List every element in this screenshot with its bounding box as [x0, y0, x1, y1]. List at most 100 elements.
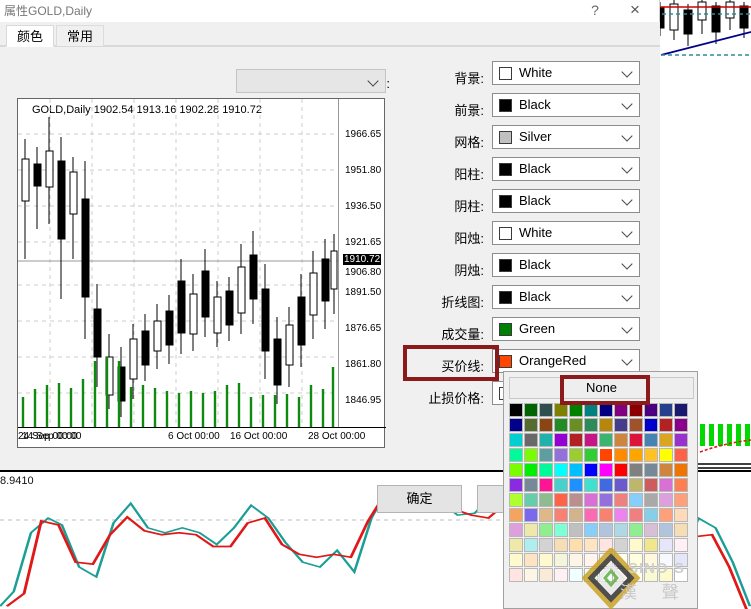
color-swatch-option[interactable]	[659, 403, 673, 417]
color-swatch-option[interactable]	[614, 463, 628, 477]
color-swatch-option[interactable]	[629, 448, 643, 462]
color-swatch-option[interactable]	[659, 433, 673, 447]
color-swatch-option[interactable]	[614, 493, 628, 507]
color-swatch-option[interactable]	[644, 478, 658, 492]
color-swatch-option[interactable]	[509, 478, 523, 492]
color-swatch-option[interactable]	[524, 493, 538, 507]
color-swatch-option[interactable]	[659, 493, 673, 507]
color-swatch-option[interactable]	[629, 493, 643, 507]
color-swatch-option[interactable]	[644, 418, 658, 432]
color-swatch-option[interactable]	[614, 538, 628, 552]
color-swatch-option[interactable]	[599, 538, 613, 552]
color-swatch-option[interactable]	[569, 538, 583, 552]
bull-candle-color-select[interactable]: White	[492, 221, 640, 245]
color-swatch-option[interactable]	[674, 478, 688, 492]
color-swatch-option[interactable]	[554, 508, 568, 522]
color-swatch-option[interactable]	[539, 538, 553, 552]
bid-line-color-select[interactable]: OrangeRed	[492, 349, 640, 373]
color-swatch-option[interactable]	[524, 538, 538, 552]
color-swatch-option[interactable]	[674, 523, 688, 537]
color-swatch-option[interactable]	[584, 493, 598, 507]
color-swatch-option[interactable]	[584, 463, 598, 477]
color-swatch-option[interactable]	[569, 523, 583, 537]
color-swatch-option[interactable]	[509, 523, 523, 537]
color-swatch-option[interactable]	[554, 418, 568, 432]
color-swatch-option[interactable]	[674, 553, 688, 567]
color-swatch-option[interactable]	[539, 553, 553, 567]
color-swatch-option[interactable]	[644, 463, 658, 477]
color-swatch-option[interactable]	[674, 538, 688, 552]
color-swatch-option[interactable]	[524, 553, 538, 567]
color-swatch-option[interactable]	[659, 523, 673, 537]
color-swatch-option[interactable]	[524, 433, 538, 447]
color-swatch-option[interactable]	[539, 493, 553, 507]
color-swatch-option[interactable]	[674, 403, 688, 417]
color-swatch-option[interactable]	[599, 493, 613, 507]
color-swatch-option[interactable]	[644, 403, 658, 417]
color-swatch-option[interactable]	[524, 403, 538, 417]
color-swatch-option[interactable]	[569, 478, 583, 492]
color-swatch-option[interactable]	[509, 493, 523, 507]
color-swatch-option[interactable]	[569, 403, 583, 417]
foreground-color-select[interactable]: Black	[492, 93, 640, 117]
color-swatch-option[interactable]	[539, 523, 553, 537]
color-swatch-option[interactable]	[554, 523, 568, 537]
color-swatch-option[interactable]	[614, 568, 628, 582]
color-swatch-option[interactable]	[629, 418, 643, 432]
tab-colors[interactable]: 颜色	[6, 25, 55, 47]
color-swatch-option[interactable]	[674, 448, 688, 462]
color-swatch-option[interactable]	[614, 478, 628, 492]
color-swatch-option[interactable]	[659, 448, 673, 462]
color-swatch-option[interactable]	[629, 523, 643, 537]
color-swatch-option[interactable]	[569, 448, 583, 462]
volume-color-select[interactable]: Green	[492, 317, 640, 341]
color-swatch-option[interactable]	[539, 478, 553, 492]
color-swatch-option[interactable]	[524, 568, 538, 582]
color-swatch-option[interactable]	[584, 538, 598, 552]
color-swatch-option[interactable]	[629, 478, 643, 492]
color-swatch-option[interactable]	[539, 508, 553, 522]
close-icon[interactable]: ×	[617, 0, 653, 22]
color-swatch-option[interactable]	[674, 508, 688, 522]
color-swatch-option[interactable]	[539, 403, 553, 417]
color-swatch-option[interactable]	[644, 433, 658, 447]
color-swatch-option[interactable]	[554, 538, 568, 552]
color-swatch-option[interactable]	[539, 433, 553, 447]
color-swatch-option[interactable]	[659, 478, 673, 492]
color-swatch-option[interactable]	[584, 523, 598, 537]
color-swatch-option[interactable]	[614, 448, 628, 462]
color-swatch-option[interactable]	[554, 433, 568, 447]
color-swatch-option[interactable]	[614, 433, 628, 447]
color-swatch-option[interactable]	[614, 418, 628, 432]
color-swatch-option[interactable]	[599, 463, 613, 477]
color-swatch-option[interactable]	[569, 493, 583, 507]
color-swatch-option[interactable]	[569, 418, 583, 432]
color-swatch-option[interactable]	[584, 553, 598, 567]
color-swatch-option[interactable]	[524, 418, 538, 432]
color-swatch-option[interactable]	[629, 463, 643, 477]
color-swatch-option[interactable]	[614, 508, 628, 522]
color-swatch-option[interactable]	[569, 463, 583, 477]
color-swatch-option[interactable]	[584, 508, 598, 522]
color-swatch-option[interactable]	[629, 568, 643, 582]
color-swatch-option[interactable]	[614, 403, 628, 417]
color-swatch-option[interactable]	[554, 448, 568, 462]
color-swatch-option[interactable]	[659, 553, 673, 567]
color-swatch-option[interactable]	[554, 403, 568, 417]
color-swatch-option[interactable]	[659, 463, 673, 477]
bear-bar-color-select[interactable]: Black	[492, 189, 640, 213]
color-swatch-option[interactable]	[539, 418, 553, 432]
color-swatch-option[interactable]	[584, 433, 598, 447]
color-swatch-option[interactable]	[629, 538, 643, 552]
color-swatch-option[interactable]	[644, 493, 658, 507]
color-swatch-option[interactable]	[659, 568, 673, 582]
color-swatch-option[interactable]	[644, 568, 658, 582]
color-swatch-option[interactable]	[584, 568, 598, 582]
color-swatch-option[interactable]	[659, 418, 673, 432]
background-color-select[interactable]: White	[492, 61, 640, 85]
color-swatch-option[interactable]	[539, 463, 553, 477]
color-swatch-option[interactable]	[569, 553, 583, 567]
color-swatch-option[interactable]	[569, 433, 583, 447]
color-swatch-option[interactable]	[554, 478, 568, 492]
color-swatch-option[interactable]	[509, 553, 523, 567]
